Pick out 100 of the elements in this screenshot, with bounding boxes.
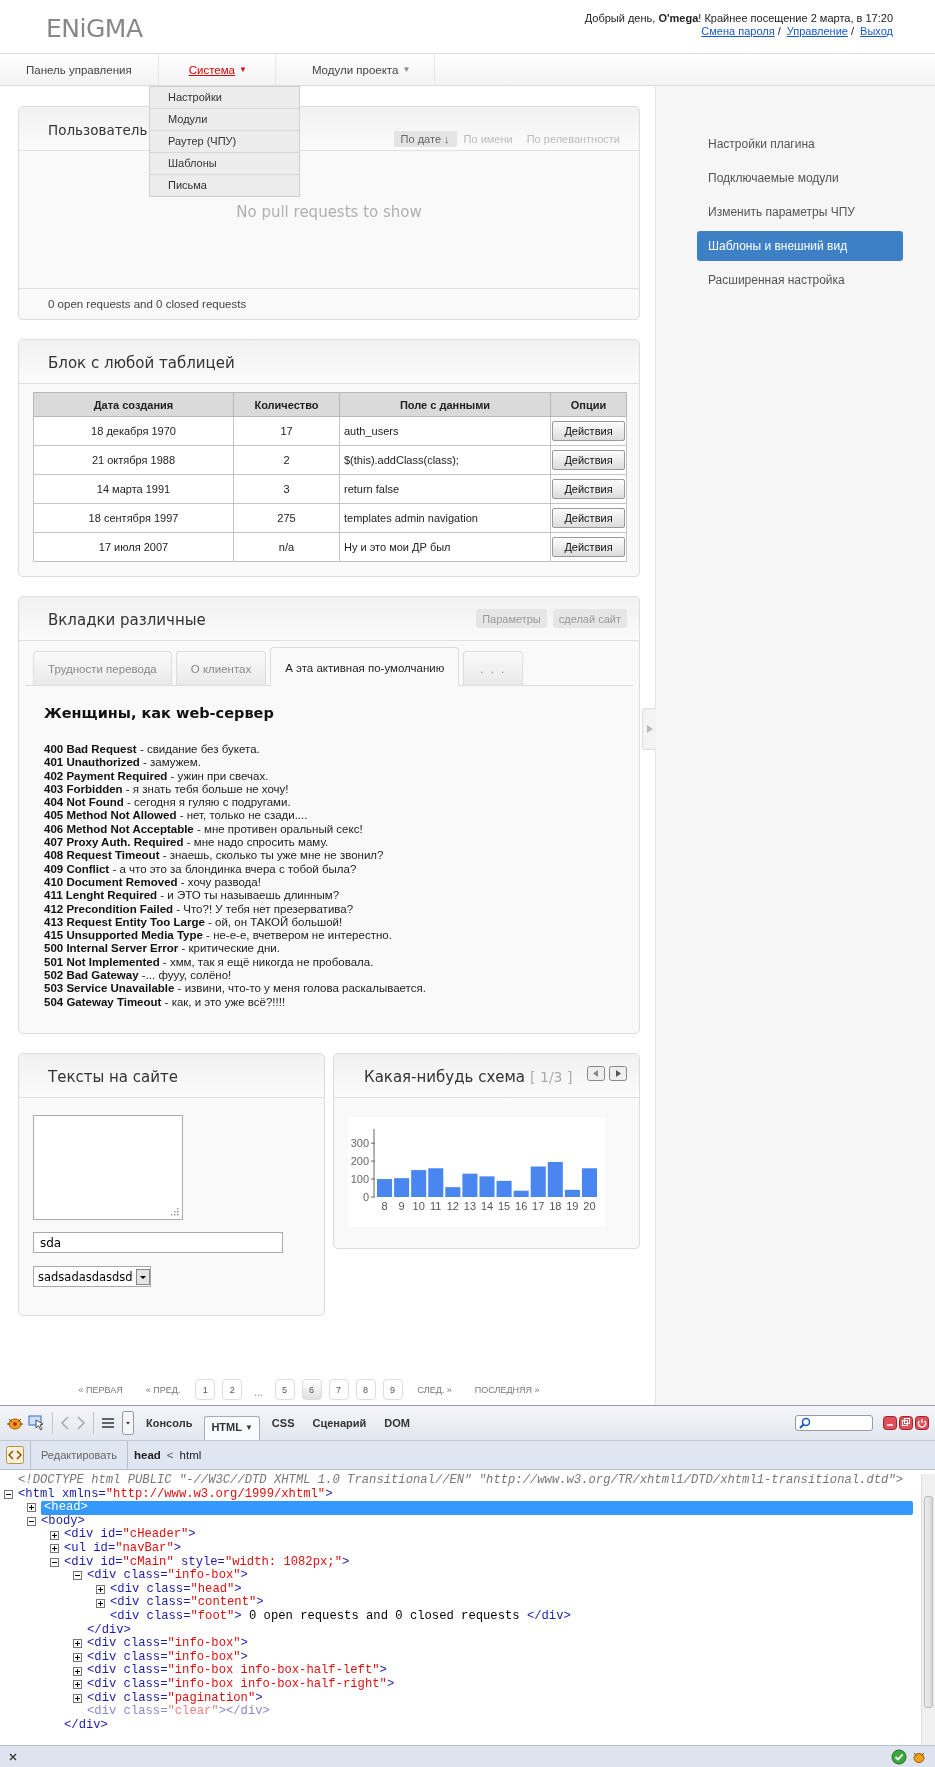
scrollbar[interactable] [921, 1474, 935, 1745]
actions-button[interactable]: Действия [552, 479, 625, 499]
code-line[interactable]: <ul id="navBar"> [64, 1541, 182, 1556]
select-field[interactable]: sadsadasdasdsd [33, 1266, 151, 1287]
menu-item[interactable]: Модули [150, 109, 299, 131]
table-cell: n/a [233, 532, 340, 562]
expand-icon[interactable] [73, 1666, 82, 1676]
code-line[interactable]: <div class="info-box"> [87, 1637, 248, 1651]
status-line: 404 Not Found - сегодня я гуляю с подругами. [44, 796, 292, 810]
caret-icon[interactable] [135, 1268, 150, 1285]
nav-item[interactable]: Система ▼ [158, 54, 276, 85]
code-line[interactable]: <div class="head"> [110, 1582, 242, 1597]
status-line: 407 Proxy Auth. Required - мне надо спросить маму. [44, 836, 330, 850]
actions-button[interactable]: Действия [552, 421, 625, 441]
page-button[interactable]: 5 [274, 1379, 295, 1400]
code-line[interactable]: <body> [41, 1514, 85, 1529]
breadcrumb-item[interactable]: html [179, 1449, 202, 1461]
menu-item[interactable]: Шаблоны [150, 153, 299, 175]
axis-label: 17 [532, 1200, 545, 1212]
page-button[interactable]: 9 [382, 1379, 403, 1400]
text-area-field[interactable] [33, 1115, 183, 1220]
code-line[interactable]: <div class="info-box"> [87, 1650, 248, 1665]
chart-bar [377, 1179, 393, 1197]
power-button[interactable] [915, 1416, 929, 1430]
previous-button[interactable] [587, 1066, 605, 1081]
code-line[interactable]: <html xmlns="http://www.w3.org/1999/xhtml"> [18, 1487, 333, 1502]
page-button[interactable]: 6 [301, 1379, 322, 1400]
sidebar-item[interactable]: Подключаемые модули [697, 163, 903, 193]
code-line[interactable]: <div id="cHeader"> [64, 1528, 196, 1542]
code-icon[interactable] [6, 1446, 24, 1464]
page-button[interactable]: 7 [328, 1379, 349, 1400]
expand-icon[interactable] [50, 1544, 59, 1554]
code-line[interactable]: <!DOCTYPE html PUBLIC "-//W3C//DTD XHTML 1.0 Transitional//EN" "http://www.w3.org/TR/xhtml1/DTD/xhtml1-transitional.dtd"> [18, 1474, 903, 1488]
edit-button[interactable]: Редактировать [30, 1441, 128, 1469]
text-input[interactable]: sda [33, 1232, 283, 1253]
menu-item[interactable]: Настройки [150, 87, 299, 109]
search-field[interactable] [795, 1415, 873, 1431]
pagination-link[interactable]: « ПРЕД. [145, 1384, 181, 1395]
close-icon[interactable] [8, 1752, 18, 1762]
expand-icon[interactable] [96, 1598, 105, 1608]
inspect-icon[interactable] [28, 1415, 46, 1431]
page-button[interactable]: 8 [355, 1379, 376, 1400]
actions-button[interactable]: Действия [552, 508, 625, 528]
resize-grip-icon[interactable] [171, 1208, 179, 1216]
expand-icon[interactable] [50, 1530, 59, 1540]
pagination-link[interactable]: ПОСЛЕДНЯЯ » [474, 1384, 540, 1395]
expand-icon[interactable] [73, 1680, 82, 1690]
header-link[interactable]: Смена пароля [701, 25, 775, 37]
collapse-icon[interactable] [4, 1489, 13, 1499]
page-button[interactable]: 1 [195, 1379, 216, 1400]
code-line[interactable]: <div class="content"> [110, 1596, 264, 1610]
sort-tab[interactable]: По дате ↓ [393, 131, 457, 147]
table-cell: 2 [233, 445, 340, 475]
devtools-tab[interactable]: Консоль [140, 1414, 199, 1432]
bug-icon[interactable] [911, 1750, 927, 1764]
menu-item[interactable]: Раутер (ЧПУ) [150, 131, 299, 153]
status-line: 415 Unsupported Media Type - не-е-е, вчетвером не интерестно. [44, 929, 393, 943]
status-line: 504 Gateway Timeout - как, и это уже всё?!!!! [44, 995, 287, 1009]
breadcrumb-item[interactable]: head [134, 1449, 161, 1461]
devtools-tab[interactable]: HTML ▼ [204, 1416, 260, 1440]
code-line[interactable]: <div class="pagination"> [87, 1691, 263, 1706]
code-line[interactable]: <div class="info-box"> [87, 1569, 248, 1583]
sidebar-item[interactable]: Расширенная настройка [697, 265, 903, 295]
expand-icon[interactable] [73, 1653, 82, 1662]
tab[interactable]: А эта активная по-умолчанию [270, 647, 460, 686]
code-line[interactable]: <div class="foot"> 0 open requests and 0 closed requests </div> [110, 1609, 571, 1624]
nav-item[interactable]: Панель управления [0, 54, 159, 85]
pagination-link[interactable]: « ПЕРВАЯ [78, 1384, 123, 1395]
code-line[interactable]: <div id="cMain" style="width: 1082px;"> [64, 1555, 350, 1570]
sidebar-item[interactable]: Настройки плагина [697, 129, 903, 159]
dropdown-button[interactable] [122, 1411, 134, 1435]
pagination-link[interactable]: СЛЕД. » [417, 1384, 452, 1395]
sidebar-item[interactable]: Изменить параметры ЧПУ [697, 197, 903, 227]
bug-icon[interactable] [6, 1415, 24, 1431]
collapse-icon[interactable] [27, 1517, 36, 1527]
header-link[interactable]: Управление [786, 25, 848, 37]
collapse-icon[interactable] [73, 1571, 82, 1581]
next-button[interactable] [609, 1066, 627, 1081]
actions-button[interactable]: Действия [552, 537, 625, 557]
menu-icon[interactable] [100, 1415, 116, 1431]
popout-button[interactable] [899, 1416, 913, 1430]
axis-label: 8 [381, 1200, 388, 1212]
devtools-tab[interactable]: CSS [265, 1414, 301, 1432]
expand-icon[interactable] [73, 1639, 82, 1649]
page-button[interactable]: 2 [222, 1379, 243, 1400]
header-link[interactable]: Выход [860, 25, 893, 37]
collapse-icon[interactable] [50, 1557, 59, 1567]
sidebar-item[interactable]: Шаблоны и внешний вид [697, 231, 903, 261]
actions-button[interactable]: Действия [552, 450, 625, 470]
menu-item[interactable]: Письма [150, 175, 299, 196]
nav-item[interactable]: Модули проекта ▼ [275, 54, 436, 85]
expand-icon[interactable] [73, 1693, 82, 1703]
expand-icon[interactable] [27, 1503, 36, 1513]
expand-icon[interactable] [96, 1585, 105, 1595]
code-line[interactable]: <div class="info-box info-box-half-right"> [87, 1677, 395, 1692]
minimize-button[interactable] [883, 1416, 897, 1430]
devtools-tab[interactable]: DOM [378, 1414, 416, 1432]
devtools-tab[interactable]: Сценарий [306, 1414, 373, 1432]
sidebar-toggle[interactable] [642, 708, 656, 750]
code-line[interactable]: <div class="info-box info-box-half-left"> [87, 1664, 387, 1678]
